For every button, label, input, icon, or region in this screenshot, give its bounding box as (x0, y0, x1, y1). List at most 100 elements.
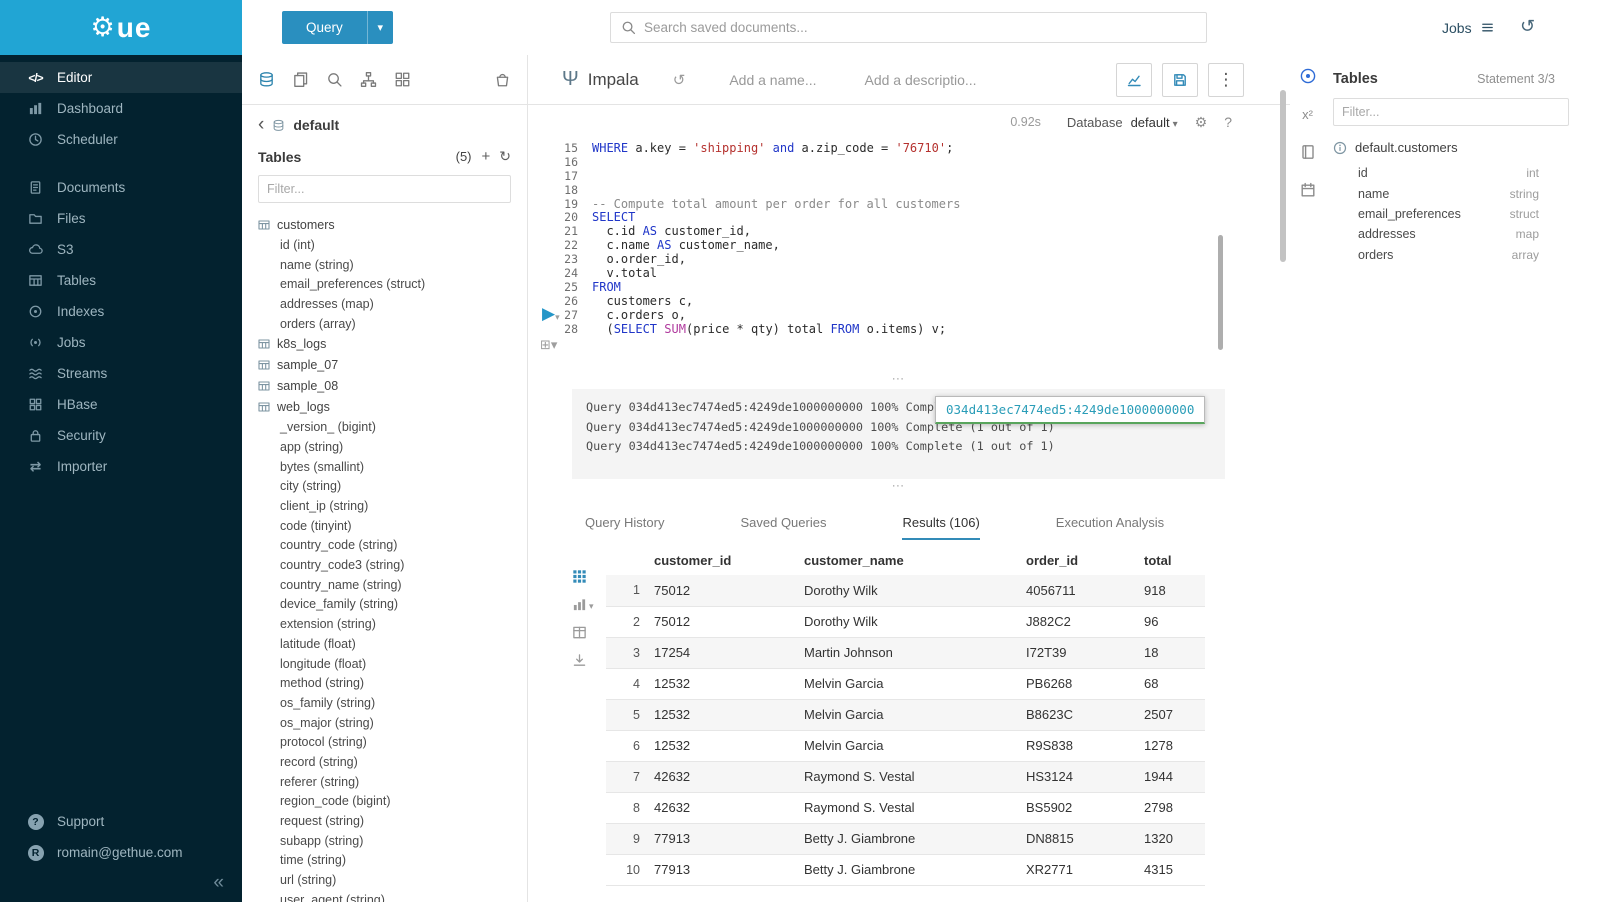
table-row[interactable]: 742632Raymond S. VestalHS31241944 (606, 761, 1205, 792)
documents-browser-icon[interactable] (292, 71, 309, 88)
columns-view-icon[interactable] (572, 625, 587, 640)
editor-assistant-icon[interactable] (1299, 67, 1317, 85)
snippet-settings-icon[interactable]: ⊞▾ (540, 337, 557, 353)
sidebar-item-streams[interactable]: Streams (0, 358, 242, 389)
sidebar-item-files[interactable]: Files (0, 203, 242, 234)
code-line[interactable]: 17 (528, 169, 1272, 183)
tree-column[interactable]: method (string) (258, 673, 511, 693)
tree-column[interactable]: extension (string) (258, 614, 511, 634)
query-description-field[interactable]: Add a descriptio... (865, 72, 977, 88)
query-refresh-icon[interactable]: ↺ (673, 71, 686, 89)
tables-filter-input[interactable] (258, 175, 511, 203)
tree-column[interactable]: user_agent (string) (258, 890, 511, 902)
tab-execution-analysis[interactable]: Execution Analysis (1056, 515, 1164, 540)
right-column-row[interactable]: ordersarray (1333, 245, 1581, 265)
refresh-tables-icon[interactable]: ↻ (499, 148, 511, 165)
tab-query-history[interactable]: Query History (585, 515, 664, 540)
right-panel-filter-input[interactable] (1333, 98, 1569, 126)
tree-column[interactable]: region_code (bigint) (258, 792, 511, 812)
table-row[interactable]: 612532Melvin GarciaR9S8381278 (606, 730, 1205, 761)
code-line[interactable]: 18 (528, 183, 1272, 197)
tree-column[interactable]: app (string) (258, 437, 511, 457)
tree-column[interactable]: orders (array) (258, 314, 511, 334)
right-column-row[interactable]: namestring (1333, 183, 1581, 203)
sidebar-item-jobs[interactable]: Jobs (0, 327, 242, 358)
tree-column[interactable]: referer (string) (258, 772, 511, 792)
hue-logo[interactable]: ⚙ ue (0, 0, 242, 55)
sidebar-item-dashboard[interactable]: Dashboard (0, 93, 242, 124)
tree-column[interactable]: url (string) (258, 870, 511, 890)
sidebar-item-hbase[interactable]: HBase (0, 389, 242, 420)
table-row[interactable]: 512532Melvin GarciaB8623C2507 (606, 699, 1205, 730)
tree-column[interactable]: code (tinyint) (258, 516, 511, 536)
search-input[interactable] (644, 20, 1196, 35)
tree-column[interactable]: device_family (string) (258, 595, 511, 615)
tab-saved-queries[interactable]: Saved Queries (740, 515, 826, 540)
chart-button[interactable] (1116, 63, 1152, 97)
sidebar-item-importer[interactable]: ⇄Importer (0, 451, 242, 482)
table-row[interactable]: 175012Dorothy Wilk4056711918 (606, 575, 1205, 606)
code-line[interactable]: 25FROM (528, 280, 1272, 294)
sidebar-item-indexes[interactable]: Indexes (0, 296, 242, 327)
chart-view-icon[interactable]: ▾ (572, 597, 594, 612)
zoom-icon[interactable] (326, 71, 343, 88)
calendar-icon[interactable] (1300, 182, 1316, 198)
resize-grip-top[interactable]: ⋯ (572, 375, 1225, 385)
table-row[interactable]: 977913Betty J. GiambroneDN88151320 (606, 823, 1205, 854)
tree-column[interactable]: country_name (string) (258, 575, 511, 595)
database-select[interactable]: default▾ (1131, 115, 1178, 130)
table-row[interactable]: 275012Dorothy WilkJ882C296 (606, 606, 1205, 637)
query-button[interactable]: Query (282, 11, 367, 44)
resize-grip-bottom[interactable]: ⋯ (572, 482, 1225, 492)
table-row[interactable]: 842632Raymond S. VestalBS59022798 (606, 792, 1205, 823)
sitemap-icon[interactable] (360, 71, 377, 88)
results-col-header[interactable]: customer_id (654, 545, 804, 575)
query-id-popover[interactable]: 034d413ec7474ed5:4249de1000000000 (935, 396, 1205, 424)
back-chevron-icon[interactable]: ‹ (258, 118, 264, 132)
tree-table-k8s-logs[interactable]: k8s_logs (258, 333, 511, 354)
code-line[interactable]: 24 v.total (528, 266, 1272, 280)
settings-gear-icon[interactable]: ⚙ (1195, 114, 1208, 131)
results-col-header[interactable]: total (1144, 545, 1205, 575)
code-line[interactable]: 21 c.id AS customer_id, (528, 224, 1272, 238)
chart-options-caret[interactable]: ▾ (589, 601, 594, 612)
run-query-button[interactable]: ▶▾ (542, 305, 560, 322)
results-col-header[interactable]: order_id (1026, 545, 1144, 575)
query-name-field[interactable]: Add a name... (729, 72, 816, 88)
tree-table-web-logs[interactable]: web_logs (258, 396, 511, 417)
basket-icon[interactable] (494, 71, 511, 88)
right-column-row[interactable]: addressesmap (1333, 224, 1581, 244)
code-line[interactable]: 27 c.orders o, (528, 308, 1272, 322)
save-button[interactable] (1162, 63, 1198, 97)
tree-column[interactable]: time (string) (258, 851, 511, 871)
sidebar-item-user[interactable]: R romain@gethue.com (0, 837, 242, 868)
grid-view-icon[interactable] (572, 569, 587, 584)
tree-column[interactable]: name (string) (258, 255, 511, 275)
tree-column[interactable]: email_preferences (struct) (258, 274, 511, 294)
database-name[interactable]: default (293, 117, 339, 133)
sidebar-item-support[interactable]: ? Support (0, 806, 242, 837)
tree-column[interactable]: country_code (string) (258, 536, 511, 556)
tree-column[interactable]: client_ip (string) (258, 496, 511, 516)
help-icon[interactable]: ? (1224, 114, 1232, 130)
code-line[interactable]: 22 c.name AS customer_name, (528, 238, 1272, 252)
tab-results-106-[interactable]: Results (106) (902, 515, 979, 540)
editor-scrollbar[interactable] (1218, 235, 1223, 350)
sidebar-item-security[interactable]: Security (0, 420, 242, 451)
tree-column[interactable]: addresses (map) (258, 294, 511, 314)
page-scrollbar[interactable] (1280, 90, 1286, 262)
sidebar-item-scheduler[interactable]: Scheduler (0, 124, 242, 155)
right-column-row[interactable]: email_preferencesstruct (1333, 204, 1581, 224)
tree-column[interactable]: os_family (string) (258, 693, 511, 713)
tree-column[interactable]: protocol (string) (258, 732, 511, 752)
tree-column[interactable]: id (int) (258, 235, 511, 255)
more-actions-button[interactable]: ⋮ (1208, 63, 1244, 97)
functions-icon[interactable]: x² (1302, 107, 1313, 122)
tree-table-customers[interactable]: customers (258, 214, 511, 235)
table-row[interactable]: 317254Martin JohnsonI72T3918 (606, 637, 1205, 668)
jobs-link[interactable]: Jobs (1442, 0, 1495, 55)
tree-column[interactable]: subapp (string) (258, 831, 511, 851)
tree-column[interactable]: os_major (string) (258, 713, 511, 733)
sidebar-collapse-button[interactable]: « (213, 872, 224, 894)
tree-column[interactable]: city (string) (258, 477, 511, 497)
